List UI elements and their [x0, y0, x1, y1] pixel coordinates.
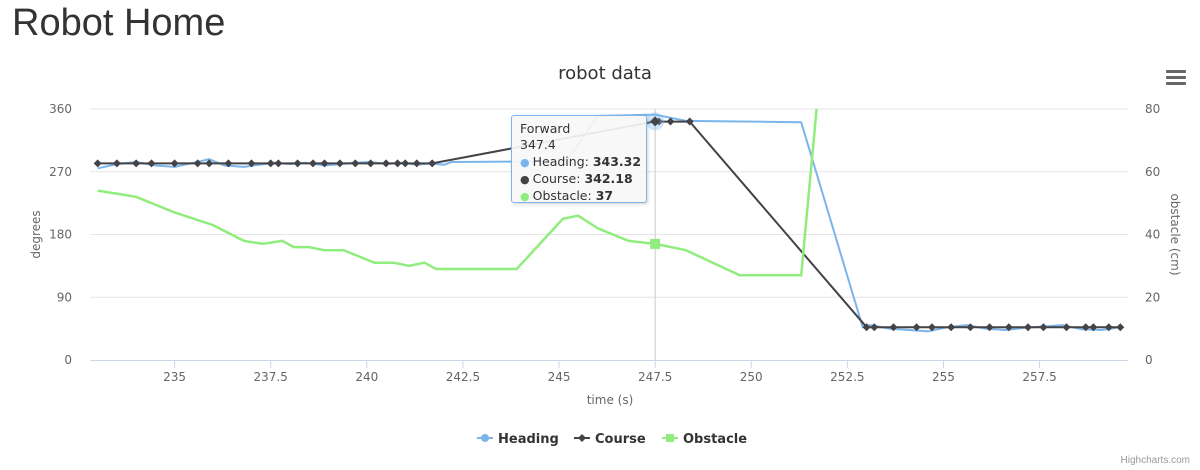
legend-label: Course — [595, 432, 646, 447]
legend-circle-icon — [481, 434, 489, 442]
chart-container: robot data 0 90 180 270 360 0 20 40 60 80 235 237.5… — [0, 52, 1200, 470]
x-tick-label: 242.5 — [446, 370, 480, 384]
x-tick-label: 245 — [548, 370, 571, 384]
y-left-tick-label: 270 — [49, 165, 72, 179]
y-right-tick-label: 60 — [1145, 165, 1160, 179]
chart-title: robot data — [558, 63, 652, 84]
legend-square-icon — [666, 434, 674, 442]
x-tick-label: 247.5 — [638, 370, 672, 384]
y-left-axis-title: degrees — [29, 210, 43, 258]
x-tick-label: 237.5 — [254, 370, 288, 384]
tooltip-heading-value: 343.32 — [592, 154, 642, 169]
x-tick-label: 250 — [740, 370, 763, 384]
tooltip-obstacle-row: ● Obstacle: 37 — [520, 188, 613, 203]
tooltip-title: Forward — [520, 121, 571, 136]
y-right-axis-title: obstacle (cm) — [1168, 193, 1182, 275]
tooltip-obstacle-value: 37 — [595, 188, 614, 203]
y-right-tick-label: 80 — [1145, 102, 1160, 116]
legend-label: Obstacle — [683, 432, 747, 447]
x-tick-label: 235 — [163, 370, 186, 384]
menu-icon-bar — [1166, 76, 1186, 79]
y-right-tick-label: 20 — [1145, 290, 1160, 304]
menu-icon-bar — [1166, 70, 1186, 73]
obstacle-dot-icon: ● — [520, 190, 530, 203]
x-axis-title: time (s) — [587, 393, 634, 407]
tooltip-course-row: ● Course: 342.18 — [520, 171, 633, 186]
x-tick-label: 257.5 — [1022, 370, 1056, 384]
legend[interactable]: Heading Course Obstacle — [477, 432, 747, 447]
tooltip-x-value: 347.4 — [520, 137, 556, 152]
tooltip-course-label: Course: — [532, 171, 581, 186]
tooltip-obstacle-label: Obstacle: — [532, 188, 592, 203]
tooltip-heading-label: Heading: — [532, 154, 589, 169]
y-right-tick-label: 40 — [1145, 228, 1160, 242]
y-right-tick-label: 0 — [1145, 353, 1153, 367]
tooltip: Forward 347.4 ● Heading: 343.32 ● Course: … — [511, 115, 647, 203]
credits-link[interactable]: Highcharts.com — [1121, 455, 1190, 466]
tooltip-course-value: 342.18 — [584, 171, 633, 186]
obstacle-hover-point — [650, 238, 661, 249]
y-left-tick-label: 0 — [64, 353, 72, 367]
heading-dot-icon: ● — [520, 156, 530, 169]
y-left-tick-label: 360 — [49, 102, 72, 116]
y-left-tick-label: 90 — [57, 290, 72, 304]
chart-menu-button[interactable] — [1166, 70, 1186, 86]
x-tick-label: 255 — [932, 370, 955, 384]
x-tick-label: 240 — [355, 370, 378, 384]
legend-label: Heading — [498, 432, 559, 447]
x-tick-label: 252.5 — [830, 370, 864, 384]
y-left-tick-label: 180 — [49, 228, 72, 242]
tooltip-heading-row: ● Heading: 343.32 — [520, 154, 641, 169]
course-dot-icon: ● — [520, 173, 530, 186]
page-title: Robot Home — [12, 2, 226, 44]
menu-icon-bar — [1166, 82, 1186, 85]
